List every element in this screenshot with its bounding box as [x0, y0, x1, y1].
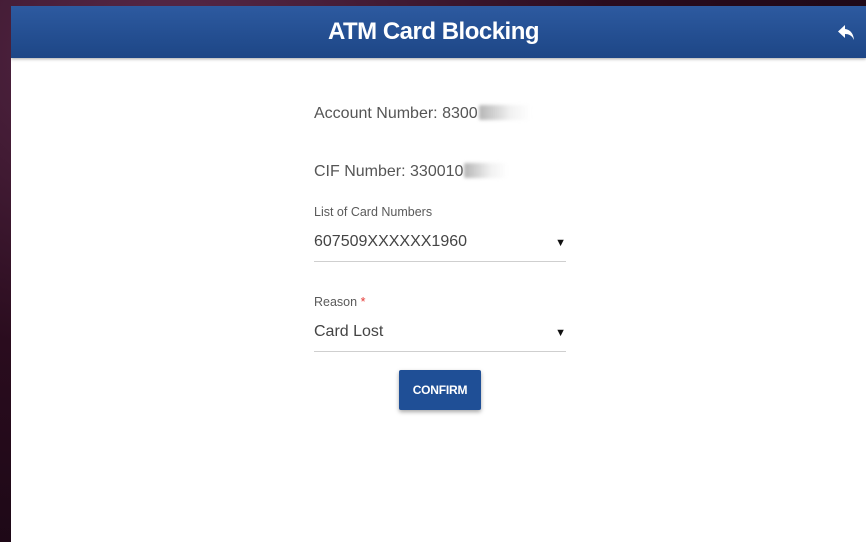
reason-label: Reason *	[314, 295, 365, 309]
back-button[interactable]	[836, 22, 858, 44]
account-number-label: Account Number:	[314, 105, 443, 122]
caret-down-icon: ▼	[555, 327, 566, 339]
card-numbers-label: List of Card Numbers	[314, 205, 433, 219]
cif-number-value: 330010	[410, 163, 464, 180]
app-window: ATM Card Blocking Account Number: 8300 C…	[11, 6, 866, 542]
reason-select[interactable]: Card Lost ▼	[314, 321, 566, 352]
reason-selected-value: Card Lost	[314, 323, 384, 340]
account-number-value: 8300	[442, 105, 478, 122]
required-marker: *	[360, 295, 366, 309]
cif-number-line: CIF Number: 330010	[314, 163, 509, 181]
cif-number-label: CIF Number:	[314, 163, 411, 180]
masked-digits	[478, 105, 531, 120]
page-title: ATM Card Blocking	[327, 18, 540, 45]
reply-back-icon	[838, 25, 854, 40]
account-number-line: Account Number: 8300	[314, 105, 531, 123]
confirm-button[interactable]: CONFIRM	[399, 370, 481, 410]
card-number-selected-value: 607509XXXXXX1960	[314, 233, 468, 250]
masked-digits	[464, 163, 509, 178]
header-bar: ATM Card Blocking	[11, 6, 866, 58]
reason-label-text: Reason	[314, 295, 358, 309]
card-number-select[interactable]: 607509XXXXXX1960 ▼	[314, 231, 566, 262]
caret-down-icon: ▼	[555, 237, 566, 249]
